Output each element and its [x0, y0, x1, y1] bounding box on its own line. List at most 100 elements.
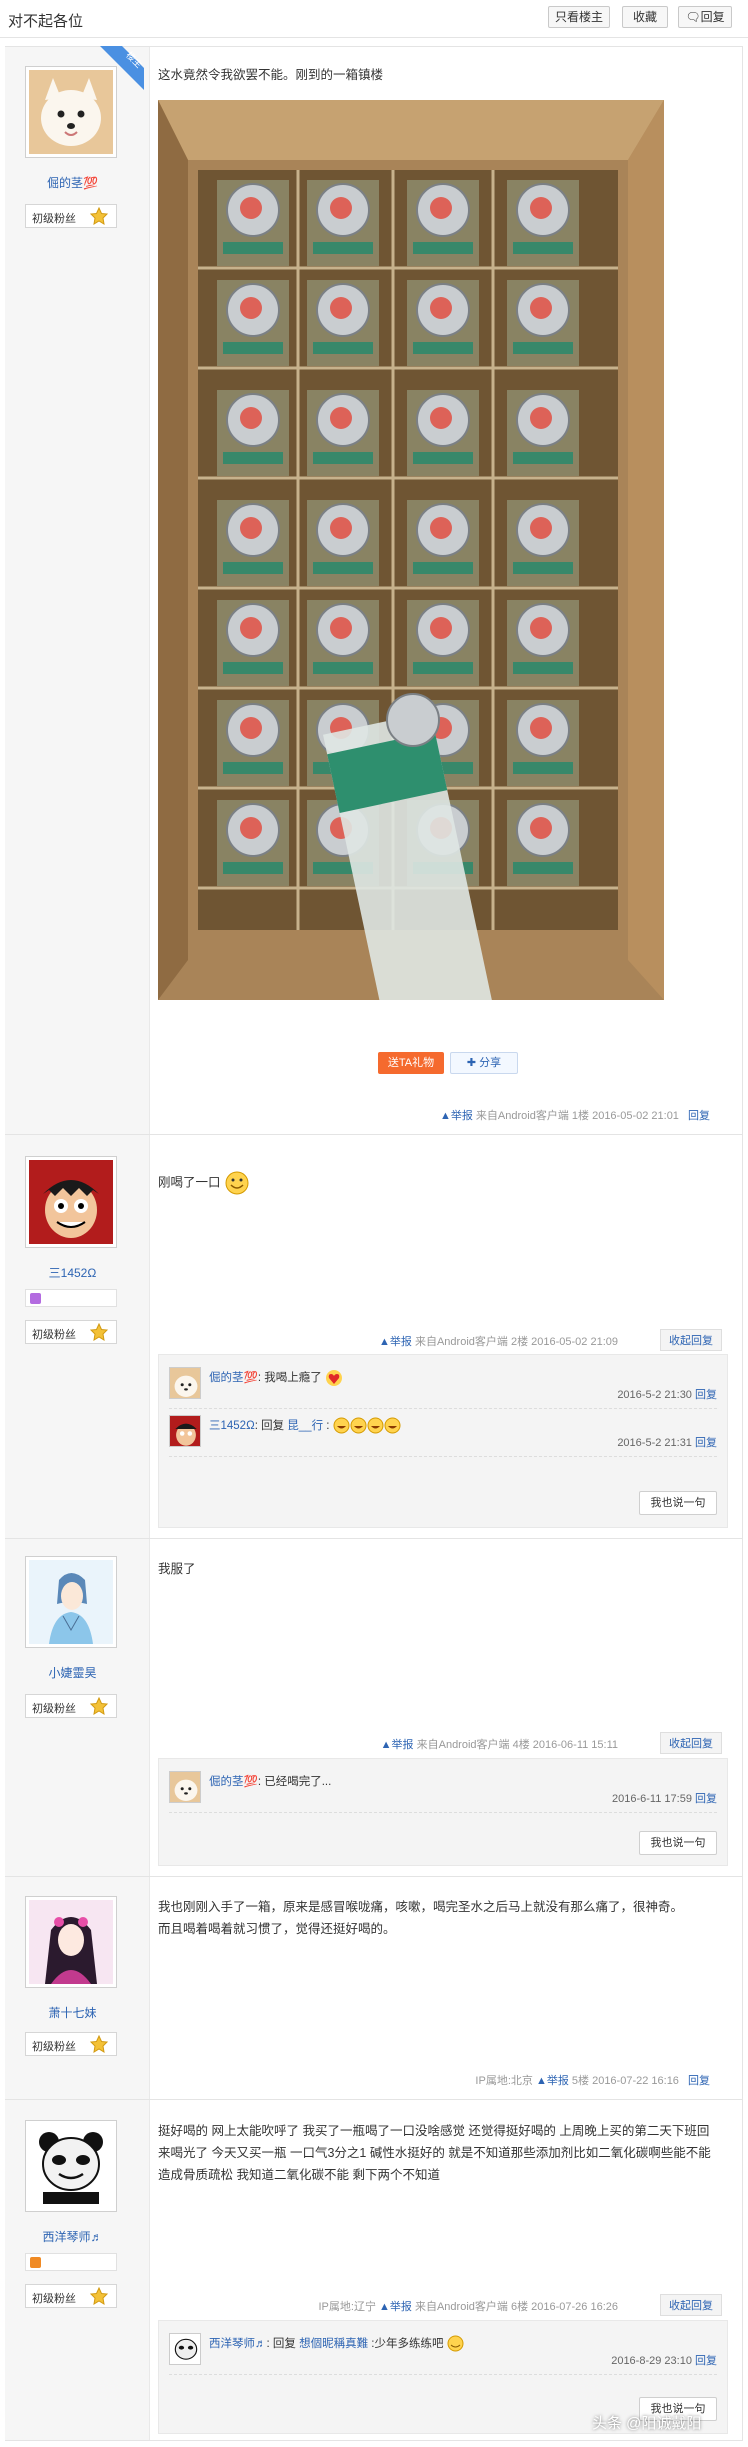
smile-emoji-icon	[447, 2335, 464, 2352]
post-time: 2016-07-22 16:16	[592, 2075, 679, 2087]
post-text: 挺好喝的 网上太能吹呼了 我买了一瓶喝了一口没啥感觉 还觉得挺好喝的 上周晚上买…	[158, 2124, 711, 2182]
avatar[interactable]	[25, 1896, 117, 1988]
sub-reply-author[interactable]: 倔的茎💯	[209, 1372, 258, 1384]
post-meta: ▲举报 来自Android客户端 1楼 2016-05-02 21:01 回复	[440, 1107, 710, 1123]
ip-location: IP属地:辽宁	[318, 2301, 376, 2313]
bottles-box-photo[interactable]	[158, 100, 664, 1000]
report-link[interactable]: ▲举报	[379, 2301, 412, 2313]
reply-button[interactable]: 🗨回复	[678, 6, 732, 28]
post-meta: IP属地:辽宁 ▲举报 来自Android客户端 6楼 2016-07-26 1…	[319, 2298, 619, 2314]
collapse-reply-button[interactable]: 收起回复	[660, 2294, 722, 2316]
only-op-button[interactable]: 只看楼主	[548, 6, 610, 28]
sub-reply-text: 西洋琴师♬: 回复 想個昵稱真難 :少年多练练吧	[209, 2335, 464, 2352]
reply-link[interactable]: 回复	[695, 1793, 717, 1805]
laugh-emoji-icons	[333, 1417, 401, 1434]
say-one-button[interactable]: 我也说一句	[639, 1491, 717, 1515]
dog-avatar-icon	[170, 1368, 200, 1398]
source-label: 来自Android客户端	[416, 1739, 510, 1751]
favorite-button[interactable]: 收藏	[622, 6, 668, 28]
reply-link[interactable]: 回复	[688, 2075, 710, 2087]
reply-target[interactable]: 昆__行	[287, 1420, 323, 1432]
medal-slot	[25, 1289, 117, 1307]
post-text: 这水竟然令我欲罢不能。刚到的一箱镇楼	[158, 68, 384, 82]
fan-level-label: 初级粉丝	[32, 213, 76, 225]
report-link[interactable]: ▲举报	[381, 1739, 414, 1751]
sub-reply-item: 三1452Ω: 回复 昆__行 : 2016-5-2 21:31 回复	[169, 1413, 717, 1457]
sub-reply-time: 2016-6-11 17:59 回复	[612, 1793, 717, 1805]
reply-link[interactable]: 回复	[688, 1110, 710, 1122]
reply-link[interactable]: 回复	[695, 2355, 717, 2367]
comment-icon: 🗨	[685, 10, 701, 24]
sub-reply-item: 倔的茎💯: 已经喝完了... 2016-6-11 17:59 回复	[169, 1769, 717, 1813]
thread-title: 对不起各位	[8, 13, 84, 30]
mini-avatar[interactable]	[169, 1415, 201, 1447]
post-time: 2016-06-11 15:11	[532, 1739, 618, 1751]
say-one-button[interactable]: 我也说一句	[639, 1831, 717, 1855]
post-time: 2016-07-26 16:26	[531, 2301, 618, 2313]
fan-level-label: 初级粉丝	[32, 2293, 76, 2305]
collapse-reply-button[interactable]: 收起回复	[660, 1329, 722, 1351]
luffy-avatar-icon	[29, 1160, 113, 1244]
luffy-avatar-icon	[170, 1416, 200, 1446]
fan-level: 初级粉丝	[25, 204, 117, 228]
reply-target[interactable]: 想個昵稱真難	[299, 2338, 368, 2350]
report-link[interactable]: ▲举报	[379, 1336, 412, 1348]
post-time: 2016-05-02 21:01	[592, 1110, 679, 1122]
collapse-reply-button[interactable]: 收起回复	[660, 1732, 722, 1754]
post-text: 刚喝了一口	[158, 1170, 718, 1196]
panda-meme-avatar-icon	[29, 2124, 113, 2208]
watermark: 头条 @阳诚戴阳	[592, 2415, 702, 2432]
reply-link[interactable]: 回复	[695, 1437, 717, 1449]
username[interactable]: 西洋琴师♬	[5, 2228, 140, 2245]
sub-reply-time: 2016-5-2 21:30 回复	[617, 1389, 717, 1401]
sub-reply-author[interactable]: 倔的茎💯	[209, 1776, 258, 1788]
avatar[interactable]	[25, 66, 117, 158]
ip-location: IP属地:北京	[475, 2075, 533, 2087]
share-button[interactable]: ✚ 分享	[450, 1052, 518, 1074]
sub-reply-item: 倔的茎💯: 我喝上瘾了 2016-5-2 21:30 回复	[169, 1365, 717, 1409]
report-link[interactable]: ▲举报	[440, 1110, 473, 1122]
post-meta: ▲举报 来自Android客户端 4楼 2016-06-11 15:11	[381, 1736, 618, 1752]
sub-reply-author[interactable]: 三1452Ω	[209, 1420, 255, 1432]
post-text: 我服了	[158, 1562, 196, 1576]
panda-meme-avatar-icon	[170, 2334, 200, 2364]
reply-link[interactable]: 回复	[695, 1389, 717, 1401]
sub-reply-panel: 倔的茎💯: 我喝上瘾了 2016-5-2 21:30 回复 三1452Ω: 回复…	[158, 1354, 728, 1528]
username[interactable]: 小婕靈昊	[5, 1664, 140, 1681]
send-gift-button[interactable]: 送TA礼物	[378, 1052, 444, 1074]
dog-avatar-icon	[29, 70, 113, 154]
mini-avatar[interactable]	[169, 1771, 201, 1803]
thread-header: 对不起各位 只看楼主 收藏 🗨回复	[0, 0, 748, 38]
source-label: 来自Android客户端	[414, 1336, 508, 1348]
mini-avatar[interactable]	[169, 2333, 201, 2365]
floor-number: 4楼	[512, 1739, 530, 1751]
medal-slot	[25, 2253, 117, 2271]
username[interactable]: 倔的茎💯	[5, 174, 140, 191]
fan-level-label: 初级粉丝	[32, 2041, 76, 2053]
plus-icon: ✚	[466, 1057, 480, 1069]
fan-level-label: 初级粉丝	[32, 1329, 76, 1341]
post-text: 我也刚刚入手了一箱，原来是感冒喉咙痛，咳嗽，喝完圣水之后马上就没有那么痛了，很神…	[158, 1900, 684, 1936]
sub-reply-text: 倔的茎💯: 我喝上瘾了	[209, 1369, 343, 1387]
report-link[interactable]: ▲举报	[536, 2075, 569, 2087]
avatar[interactable]	[25, 1156, 117, 1248]
sub-reply-text: 倔的茎💯: 已经喝完了...	[209, 1776, 332, 1788]
smile-emoji-icon	[225, 1171, 249, 1195]
dog-avatar-icon	[170, 1772, 200, 1802]
username[interactable]: 三1452Ω	[5, 1264, 140, 1281]
username[interactable]: 萧十七妹	[5, 2004, 140, 2021]
fan-level-label: 初级粉丝	[32, 1703, 76, 1715]
sub-reply-panel: 倔的茎💯: 已经喝完了... 2016-6-11 17:59 回复 我也说一句	[158, 1758, 728, 1866]
sub-reply-time: 2016-8-29 23:10 回复	[611, 2355, 717, 2367]
mini-avatar[interactable]	[169, 1367, 201, 1399]
fan-level: 初级粉丝	[25, 1694, 117, 1718]
floor-number: 6楼	[510, 2301, 529, 2313]
sub-reply-author[interactable]: 西洋琴师♬	[209, 2338, 267, 2350]
fan-level: 初级粉丝	[25, 2284, 117, 2308]
avatar[interactable]	[25, 1556, 117, 1648]
avatar[interactable]	[25, 2120, 117, 2212]
post-time: 2016-05-02 21:09	[531, 1336, 618, 1348]
source-label: 来自Android客户端	[475, 1110, 569, 1122]
post-meta: IP属地:北京 ▲举报 5楼 2016-07-22 16:16 回复	[475, 2072, 710, 2088]
floor-number: 1楼	[571, 1110, 590, 1122]
